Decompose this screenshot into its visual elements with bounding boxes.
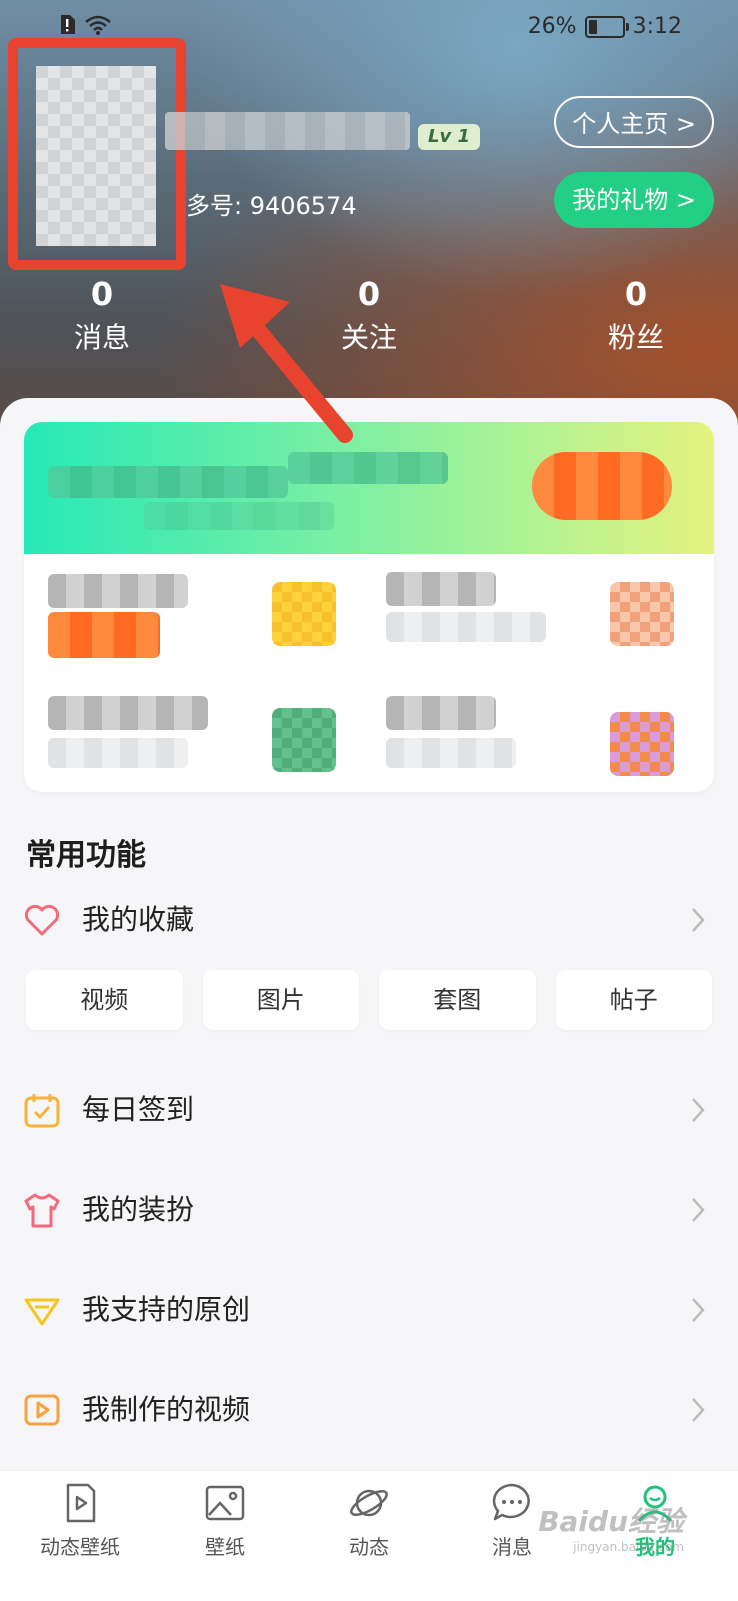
user-id: 多号: 9406574 [186,192,357,220]
tab-wallpaper[interactable]: 壁纸 [165,1481,285,1560]
blurred-icon [610,582,674,646]
tab-label: 壁纸 [205,1535,245,1559]
stats-row: 0 消息 0 关注 0 粉丝 [0,272,738,362]
blurred-button [532,452,672,520]
supported-originals-row[interactable]: 我支持的原创 [0,1270,738,1350]
blurred-text [48,696,208,730]
chip-posts[interactable]: 帖子 [555,970,712,1030]
stat-label: 粉丝 [607,321,664,354]
tab-label: 动态 [349,1535,389,1559]
blurred-text [144,502,334,530]
my-gifts-button[interactable]: 我的礼物 > [554,172,714,228]
profile-page-button[interactable]: 个人主页 > [554,96,714,148]
level-badge: Lv 1 [418,124,480,150]
annotation-arrow [220,284,353,443]
row-label: 我的收藏 [82,903,195,936]
blurred-text [48,738,188,768]
my-videos-row[interactable]: 我制作的视频 [0,1370,738,1450]
chevron-right-icon [692,1398,705,1422]
clock: 3:12 [632,14,682,39]
stat-fans[interactable]: 0 粉丝 [556,272,716,360]
blurred-text [386,612,546,642]
vip-card-header [24,422,714,554]
calendar-check-icon [24,1094,60,1128]
tab-feed[interactable]: 动态 [309,1481,429,1560]
chevron-right-icon [692,1198,705,1222]
diamond-icon [24,1298,60,1326]
watermark-url: jingyan.baidu.com [573,1540,684,1554]
blurred-icon [272,582,336,646]
chevron-right-icon [692,1098,705,1122]
row-label: 我的装扮 [82,1193,195,1226]
stat-messages[interactable]: 0 消息 [22,272,182,360]
battery-percent: 26% [527,14,577,39]
row-label: 我制作的视频 [82,1393,251,1426]
tshirt-icon [24,1193,60,1228]
blurred-text [48,574,188,608]
tab-live-wallpaper[interactable]: 动态壁纸 [20,1481,140,1560]
chat-bubble-icon [492,1483,530,1521]
row-label: 我支持的原创 [82,1293,251,1326]
video-play-icon [24,1394,60,1426]
blurred-text [288,452,448,484]
image-icon [205,1485,245,1521]
tab-label: 动态壁纸 [40,1535,120,1559]
stat-count: 0 [90,275,114,313]
chip-videos[interactable]: 视频 [26,970,183,1030]
chevron-right-icon [692,1298,705,1322]
blurred-text [48,612,160,658]
blurred-text [48,466,288,498]
my-dressup-row[interactable]: 我的装扮 [0,1170,738,1250]
vip-card-blurred[interactable] [24,422,714,792]
section-title: 常用功能 [26,838,146,873]
favorite-type-chips: 视频 图片 套图 帖子 [26,970,712,1030]
planet-icon [350,1489,388,1517]
blurred-icon [272,708,336,772]
favorites-row[interactable]: 我的收藏 [0,880,738,960]
watermark-brand: Baidu经验 [538,1505,684,1538]
username-blurred [165,112,410,150]
chevron-right-icon [692,908,705,932]
daily-checkin-row[interactable]: 每日签到 [0,1070,738,1150]
stat-label: 消息 [73,321,130,354]
avatar[interactable] [36,66,156,246]
avatar-highlight-box [8,38,186,270]
content-sheet: 常用功能 我的收藏 视频 图片 套图 帖子 每日签到 我的装扮 我支持的原创 我… [0,398,738,1500]
stat-count: 0 [624,275,648,313]
live-wallpaper-icon [66,1483,96,1523]
wifi-icon [85,15,111,35]
row-label: 每日签到 [82,1093,195,1126]
chip-images[interactable]: 图片 [202,970,359,1030]
baidu-watermark: Baidu经验 jingyan.baidu.com [538,1500,684,1554]
blurred-text [386,572,496,606]
chip-albums[interactable]: 套图 [379,970,536,1030]
sim-alert-icon [61,15,75,34]
heart-icon [24,904,60,936]
blurred-text [386,696,496,730]
blurred-text [386,738,516,768]
blurred-icon [610,712,674,776]
battery-icon [584,15,629,38]
